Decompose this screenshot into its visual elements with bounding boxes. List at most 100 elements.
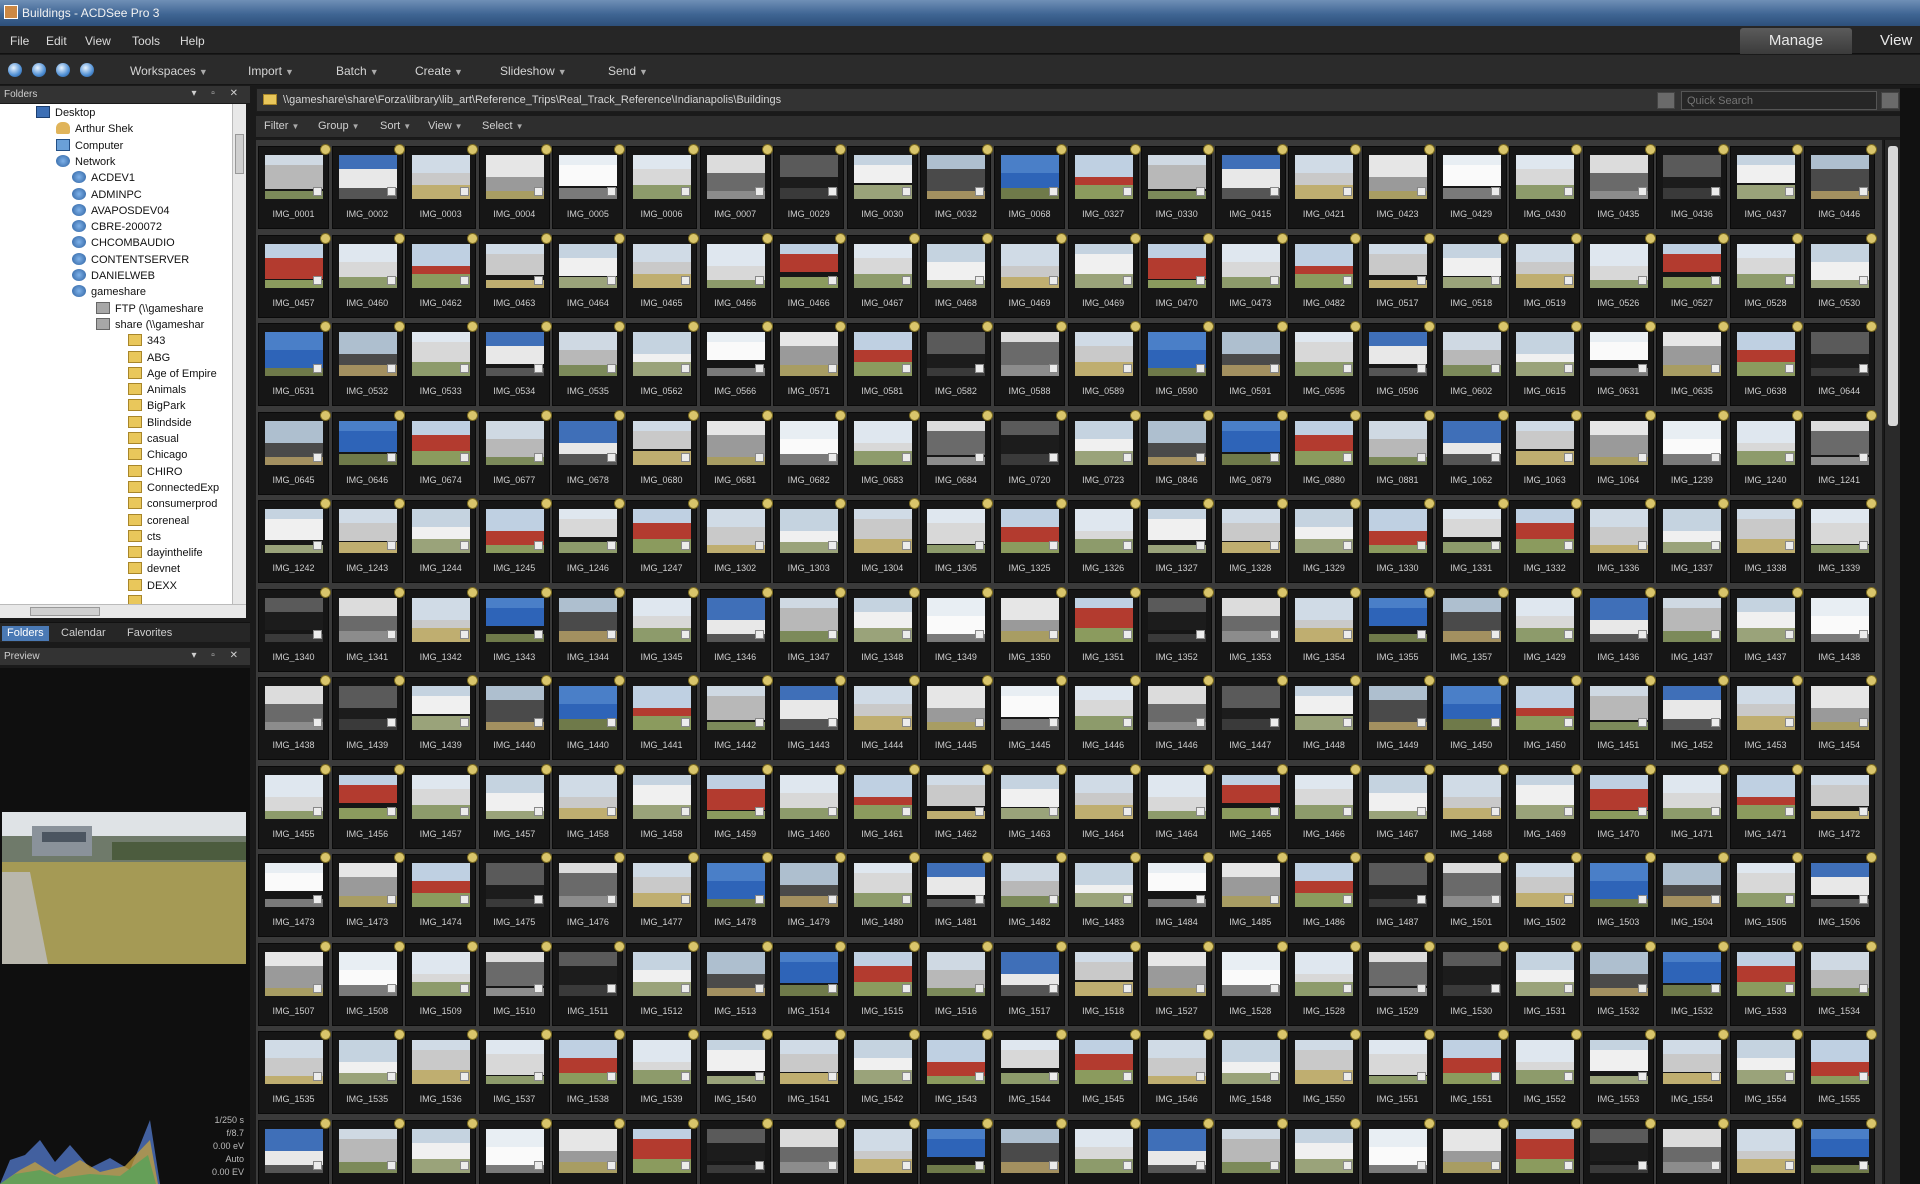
thumbnail-item[interactable]: [1509, 1117, 1583, 1184]
select-checkbox[interactable]: [1637, 541, 1647, 550]
select-checkbox[interactable]: [1711, 1160, 1721, 1170]
thumbnail-item[interactable]: IMG_1472: [1803, 763, 1877, 849]
thumbnail-item[interactable]: IMG_0007: [699, 144, 773, 229]
select-checkbox[interactable]: [681, 806, 690, 816]
thumbnail-item[interactable]: IMG_0588: [994, 321, 1067, 406]
select-checkbox[interactable]: [1711, 629, 1721, 639]
thumbnail-item[interactable]: IMG_1537: [478, 1029, 552, 1114]
thumbnail-item[interactable]: IMG_1351: [1067, 586, 1141, 672]
tree-item[interactable]: ConnectedExp: [128, 480, 219, 497]
thumbnail-item[interactable]: IMG_1350: [994, 586, 1067, 672]
select-checkbox[interactable]: [1711, 275, 1721, 285]
thumbnail-item[interactable]: IMG_1449: [1362, 675, 1435, 760]
thumbnail-item[interactable]: IMG_1480: [846, 852, 920, 937]
sort-menu[interactable]: Sort ▼: [380, 120, 411, 132]
select-checkbox[interactable]: [975, 806, 985, 816]
thumbnail-item[interactable]: IMG_1459: [699, 763, 773, 849]
thumbnail-item[interactable]: IMG_1448: [1288, 675, 1362, 760]
select-checkbox[interactable]: [754, 806, 764, 816]
thumbnail-item[interactable]: IMG_1554: [1730, 1029, 1803, 1114]
select-checkbox[interactable]: [1417, 718, 1426, 727]
select-checkbox[interactable]: [386, 364, 396, 373]
select-checkbox[interactable]: [901, 1160, 911, 1170]
thumbnail-item[interactable]: IMG_1463: [994, 763, 1067, 849]
select-checkbox[interactable]: [460, 629, 470, 639]
thumbnail-item[interactable]: [331, 1117, 405, 1184]
thumbnail-item[interactable]: IMG_0526: [1582, 232, 1656, 318]
thumbnail-item[interactable]: IMG_0469: [994, 232, 1067, 318]
thumbnail-item[interactable]: IMG_0002: [331, 144, 405, 229]
select-checkbox[interactable]: [1785, 895, 1794, 904]
thumbnail-item[interactable]: IMG_1465: [1214, 763, 1288, 849]
thumbnail-item[interactable]: IMG_1528: [1214, 940, 1288, 1026]
tree-item[interactable]: consumerprod: [128, 497, 217, 513]
select-checkbox[interactable]: [1785, 806, 1794, 816]
select-checkbox[interactable]: [1049, 187, 1058, 196]
select-checkbox[interactable]: [1490, 364, 1500, 373]
thumbnail-item[interactable]: IMG_0006: [626, 144, 699, 229]
thumbnail-item[interactable]: [1803, 1117, 1877, 1184]
thumbnail-item[interactable]: IMG_1515: [846, 940, 920, 1026]
thumbnail-item[interactable]: IMG_1509: [405, 940, 479, 1026]
thumbnail-item[interactable]: IMG_1529: [1362, 940, 1435, 1026]
thumbnail-item[interactable]: IMG_1439: [331, 675, 405, 760]
thumbnail-item[interactable]: IMG_1464: [1067, 763, 1141, 849]
thumbnail-item[interactable]: IMG_0068: [994, 144, 1067, 229]
thumbnail-item[interactable]: IMG_0470: [1141, 232, 1215, 318]
select-checkbox[interactable]: [1637, 1072, 1647, 1081]
thumbnail-item[interactable]: IMG_0644: [1803, 321, 1877, 406]
select-checkbox[interactable]: [313, 541, 322, 550]
thumbnail-item[interactable]: IMG_0330: [1141, 144, 1215, 229]
thumbnail-item[interactable]: IMG_0518: [1435, 232, 1509, 318]
thumbnail-item[interactable]: IMG_0446: [1803, 144, 1877, 229]
group-menu[interactable]: Group ▼: [318, 120, 360, 132]
current-path[interactable]: \\gameshare\share\Forza\library\lib_art\…: [283, 94, 781, 106]
thumbnail-item[interactable]: IMG_0465: [626, 232, 699, 318]
thumbnail-item[interactable]: IMG_1487: [1362, 852, 1435, 937]
view-mode-button[interactable]: View: [1862, 28, 1920, 54]
select-checkbox[interactable]: [386, 452, 396, 462]
select-checkbox[interactable]: [1196, 452, 1206, 462]
import-menu[interactable]: Import ▼: [248, 64, 294, 78]
thumbnail-item[interactable]: [1067, 1117, 1141, 1184]
select-checkbox[interactable]: [1196, 187, 1206, 196]
thumbnail-item[interactable]: IMG_1478: [699, 852, 773, 937]
select-checkbox[interactable]: [607, 452, 617, 462]
thumbnail-vertical-scrollbar[interactable]: [1884, 140, 1900, 1184]
thumbnail-item[interactable]: IMG_1481: [920, 852, 994, 937]
select-checkbox[interactable]: [1049, 718, 1058, 727]
thumbnail-item[interactable]: IMG_1325: [994, 498, 1067, 583]
select-checkbox[interactable]: [975, 629, 985, 639]
tree-item[interactable]: [128, 595, 147, 604]
select-checkbox[interactable]: [1490, 541, 1500, 550]
tree-item[interactable]: AVAPOSDEV04: [72, 203, 169, 220]
select-checkbox[interactable]: [1122, 275, 1132, 285]
thumbnail-item[interactable]: IMG_1438: [1803, 586, 1877, 672]
select-checkbox[interactable]: [1858, 983, 1868, 993]
select-checkbox[interactable]: [1196, 364, 1206, 373]
thumbnail-item[interactable]: IMG_1444: [846, 675, 920, 760]
menu-view[interactable]: View: [85, 34, 111, 48]
forward-icon[interactable]: [32, 63, 46, 77]
select-checkbox[interactable]: [1049, 895, 1058, 904]
thumbnail-item[interactable]: IMG_1510: [478, 940, 552, 1026]
workspaces-menu[interactable]: Workspaces ▼: [130, 64, 208, 78]
select-checkbox[interactable]: [1269, 452, 1279, 462]
tree-item[interactable]: casual: [128, 432, 179, 448]
select-checkbox[interactable]: [1490, 983, 1500, 993]
select-checkbox[interactable]: [1417, 983, 1426, 993]
select-checkbox[interactable]: [1490, 629, 1500, 639]
tree-item[interactable]: FTP (\\gameshare: [96, 301, 203, 318]
thumbnail-item[interactable]: IMG_0423: [1362, 144, 1435, 229]
select-checkbox[interactable]: [828, 1072, 838, 1081]
thumbnail-item[interactable]: IMG_1241: [1803, 409, 1877, 495]
thumbnail-item[interactable]: IMG_0581: [846, 321, 920, 406]
thumbnail-item[interactable]: IMG_1062: [1435, 409, 1509, 495]
thumbnail-item[interactable]: IMG_1456: [331, 763, 405, 849]
select-checkbox[interactable]: [1637, 187, 1647, 196]
tree-item[interactable]: Network: [56, 154, 115, 171]
select-checkbox[interactable]: [754, 452, 764, 462]
thumbnail-item[interactable]: IMG_1458: [552, 763, 626, 849]
select-checkbox[interactable]: [1417, 187, 1426, 196]
thumbnail-item[interactable]: IMG_0674: [405, 409, 479, 495]
